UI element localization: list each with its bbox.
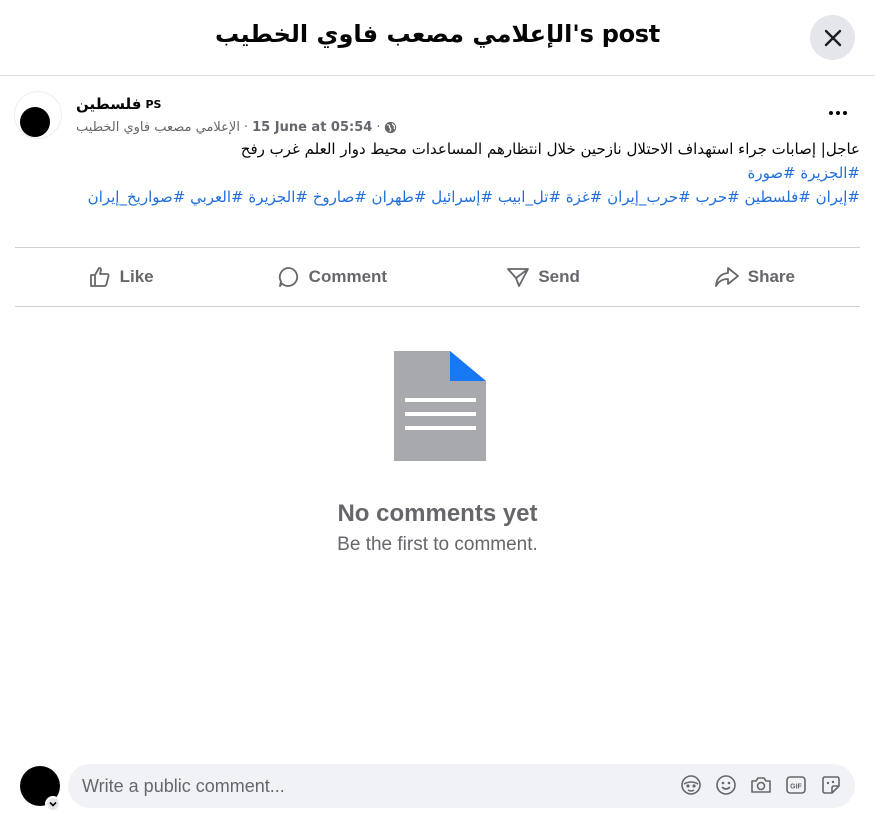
dialog-title: الإعلامي مصعب فاوي الخطيب's post — [215, 20, 660, 48]
more-dot-icon — [836, 111, 840, 115]
send-icon — [507, 268, 530, 287]
composer-tools: GIF — [680, 774, 842, 796]
hashtag-link[interactable]: #حرب_إيران — [607, 188, 691, 206]
more-dot-icon — [843, 111, 847, 115]
close-button[interactable] — [810, 15, 855, 60]
hashtag-link[interactable]: #إسرائيل — [431, 188, 493, 206]
avatar-sticker-icon — [681, 775, 701, 795]
like-label: Like — [119, 267, 154, 286]
post-text-line: عاجل| إصابات جراء استهداف الاحتلال نازحي… — [240, 140, 860, 158]
chevron-down-icon — [49, 801, 57, 807]
timestamp[interactable]: 15 June at 05:54 — [252, 120, 372, 135]
avatar-sticker-button[interactable] — [680, 774, 702, 796]
post-actions-bar: Like Comment Send Share — [15, 247, 860, 307]
globe-icon — [385, 121, 397, 134]
more-dot-icon — [829, 111, 833, 115]
hashtag-link[interactable]: #إيران — [816, 188, 860, 206]
thumbs-up-icon — [89, 267, 110, 287]
dialog-header: الإعلامي مصعب فاوي الخطيب's post — [0, 0, 875, 76]
empty-state-subtitle: Be the first to comment. — [337, 534, 538, 555]
hashtag-link[interactable]: #تل_ابيب — [498, 188, 561, 206]
camera-button[interactable] — [750, 774, 772, 796]
empty-document-icon — [394, 351, 486, 461]
send-label: Send — [538, 267, 580, 286]
meta-separator-2: · — [376, 120, 381, 135]
post-meta: الإعلامي مصعب فاوي الخطيب · 15 June at 0… — [76, 120, 397, 135]
hashtag-link[interactable]: #فلسطين — [745, 188, 811, 206]
author-name[interactable]: فلسطين — [76, 95, 141, 113]
author-badge: PS — [145, 97, 162, 111]
emoji-icon — [716, 775, 736, 795]
hashtags-line-2: #إيران #فلسطين #حرب #حرب_إيران #غزة #تل_… — [14, 185, 860, 209]
close-icon — [824, 29, 841, 46]
hashtag-link[interactable]: #طهران — [372, 188, 427, 206]
share-button[interactable]: Share — [649, 248, 860, 306]
comment-button[interactable]: Comment — [226, 248, 437, 306]
emoji-button[interactable] — [715, 774, 737, 796]
share-label: Share — [747, 267, 795, 286]
more-options-button[interactable] — [822, 101, 854, 125]
hashtag-link[interactable]: #صاروخ — [313, 188, 367, 206]
hashtags-line-1: #الجزيرة #صورة — [14, 161, 860, 185]
gif-button[interactable]: GIF — [785, 774, 807, 796]
like-button[interactable]: Like — [15, 248, 226, 306]
page-avatar-image[interactable] — [20, 107, 50, 137]
comment-bubble-icon — [278, 267, 298, 287]
svg-text:GIF: GIF — [790, 784, 802, 791]
sticker-button[interactable] — [820, 774, 842, 796]
profile-switch-button[interactable] — [45, 796, 61, 812]
byline[interactable]: الإعلامي مصعب فاوي الخطيب — [76, 120, 240, 135]
camera-icon — [751, 777, 771, 793]
hashtag-link[interactable]: #الجزيرة — [800, 164, 860, 182]
author-line: فلسطين PS — [76, 95, 161, 113]
meta-separator: · — [243, 120, 249, 135]
hashtag-link[interactable]: #الجزيرة — [248, 188, 308, 206]
share-arrow-icon — [714, 267, 739, 287]
hashtag-link[interactable]: #صورة — [747, 164, 795, 182]
hashtag-link[interactable]: #صواريخ_إيران — [88, 188, 186, 206]
empty-state-title: No comments yet — [337, 500, 538, 527]
hashtag-link[interactable]: #العربي — [190, 188, 244, 206]
send-button[interactable]: Send — [438, 248, 649, 306]
gif-icon: GIF — [786, 776, 806, 794]
hashtag-link[interactable]: #غزة — [566, 188, 603, 206]
post-text: عاجل| إصابات جراء استهداف الاحتلال نازحي… — [14, 137, 860, 209]
sticker-icon — [822, 776, 840, 794]
comment-label: Comment — [308, 267, 388, 286]
hashtag-link[interactable]: #حرب — [695, 188, 739, 206]
